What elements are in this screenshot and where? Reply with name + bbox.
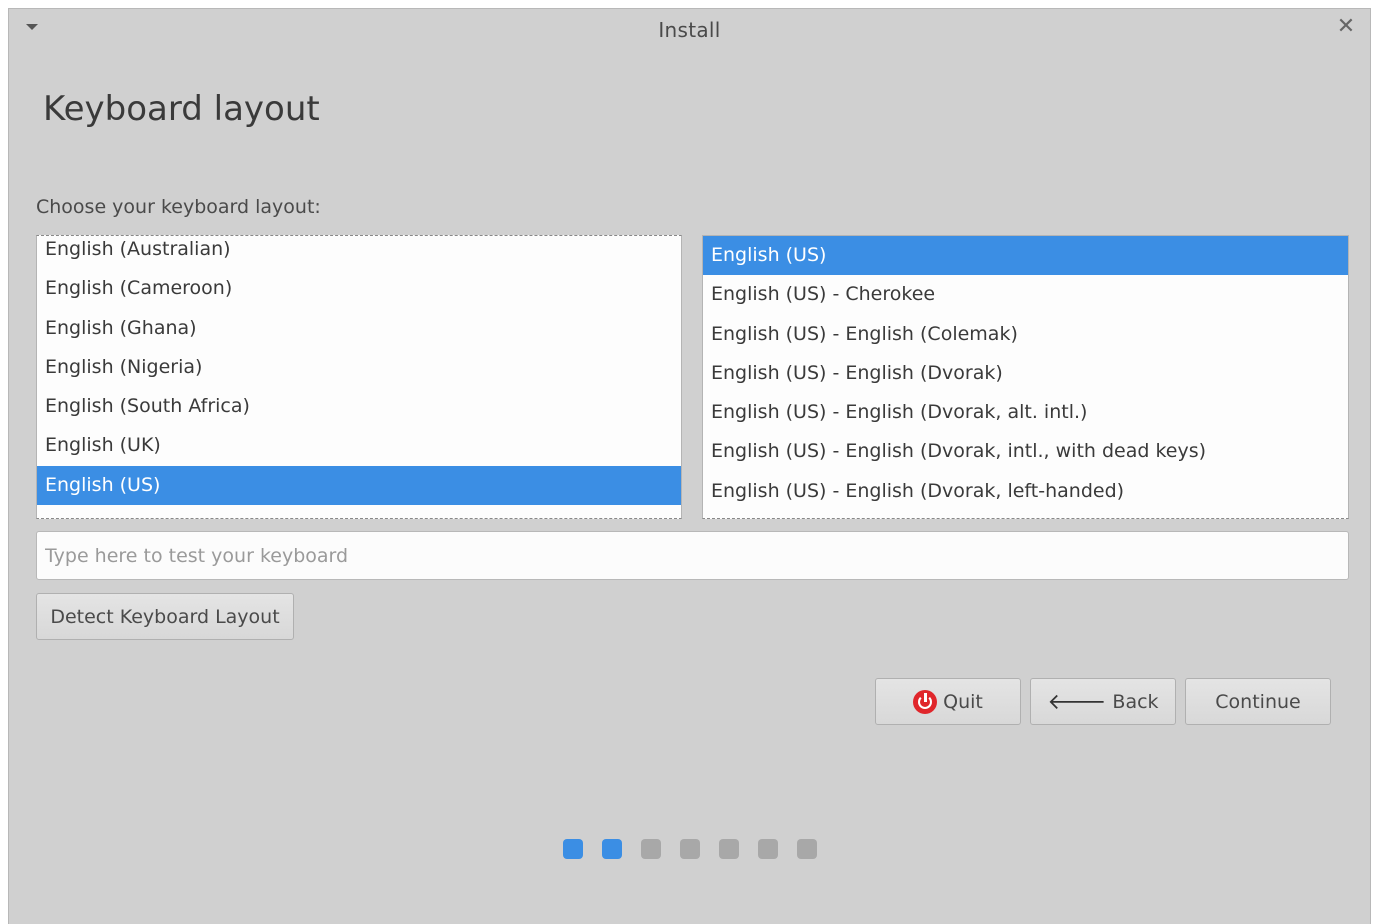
keyboard-test-input[interactable] <box>36 531 1349 580</box>
layout-list[interactable]: English (Australian) English (Cameroon) En… <box>36 235 682 519</box>
layout-list-item[interactable]: English (US) <box>37 465 681 506</box>
progress-step-dot <box>719 839 739 859</box>
variant-list-item[interactable]: English (US) - Cherokee <box>703 275 1348 314</box>
variant-list[interactable]: English (US) English (US) - Cherokee Engli… <box>702 235 1349 519</box>
layout-list-item[interactable]: English (Nigeria) <box>37 348 681 387</box>
power-icon <box>913 689 938 714</box>
variant-list-item[interactable]: English (US) - English (Dvorak) <box>703 354 1348 393</box>
layout-list-item[interactable]: English (South Africa) <box>37 387 681 426</box>
continue-button-label: Continue <box>1215 690 1301 713</box>
progress-step-dot <box>758 839 778 859</box>
back-button-label: Back <box>1112 690 1159 713</box>
page-title: Keyboard layout <box>43 89 320 129</box>
progress-step-dot <box>602 839 622 859</box>
layout-list-items: English (Australian) English (Cameroon) En… <box>37 236 681 506</box>
title-bar: Install ✕ <box>9 9 1370 49</box>
progress-step-dot <box>680 839 700 859</box>
variant-list-item[interactable]: English (US) <box>703 236 1348 276</box>
arrow-left-icon: 🡐 <box>1047 689 1107 715</box>
variant-list-items: English (US) English (US) - Cherokee Engli… <box>703 236 1348 511</box>
quit-button-label: Quit <box>943 690 983 713</box>
detect-keyboard-layout-button[interactable]: Detect Keyboard Layout <box>36 593 294 640</box>
window-title: Install <box>658 18 721 42</box>
progress-indicator <box>563 839 817 859</box>
variant-list-item[interactable]: English (US) - English (Colemak) <box>703 315 1348 354</box>
back-button[interactable]: 🡐 Back <box>1030 678 1176 725</box>
progress-step-dot <box>641 839 661 859</box>
choose-layout-label: Choose your keyboard layout: <box>36 196 321 218</box>
progress-step-dot <box>563 839 583 859</box>
close-icon[interactable]: ✕ <box>1334 15 1358 39</box>
continue-button[interactable]: Continue <box>1185 678 1331 725</box>
layout-list-item[interactable]: English (UK) <box>37 426 681 465</box>
progress-step-dot <box>797 839 817 859</box>
layout-list-item[interactable]: English (Cameroon) <box>37 269 681 308</box>
detect-button-label: Detect Keyboard Layout <box>50 605 280 628</box>
layout-list-item[interactable]: English (Ghana) <box>37 309 681 348</box>
installer-window: Install ✕ Keyboard layout Choose your ke… <box>8 8 1371 924</box>
variant-list-item[interactable]: English (US) - English (Dvorak, left-han… <box>703 472 1348 511</box>
variant-list-item[interactable]: English (US) - English (Dvorak, intl., w… <box>703 432 1348 471</box>
layout-list-item[interactable]: English (Australian) <box>37 236 681 269</box>
quit-button[interactable]: Quit <box>875 678 1021 725</box>
variant-list-item[interactable]: English (US) - English (Dvorak, alt. int… <box>703 393 1348 432</box>
